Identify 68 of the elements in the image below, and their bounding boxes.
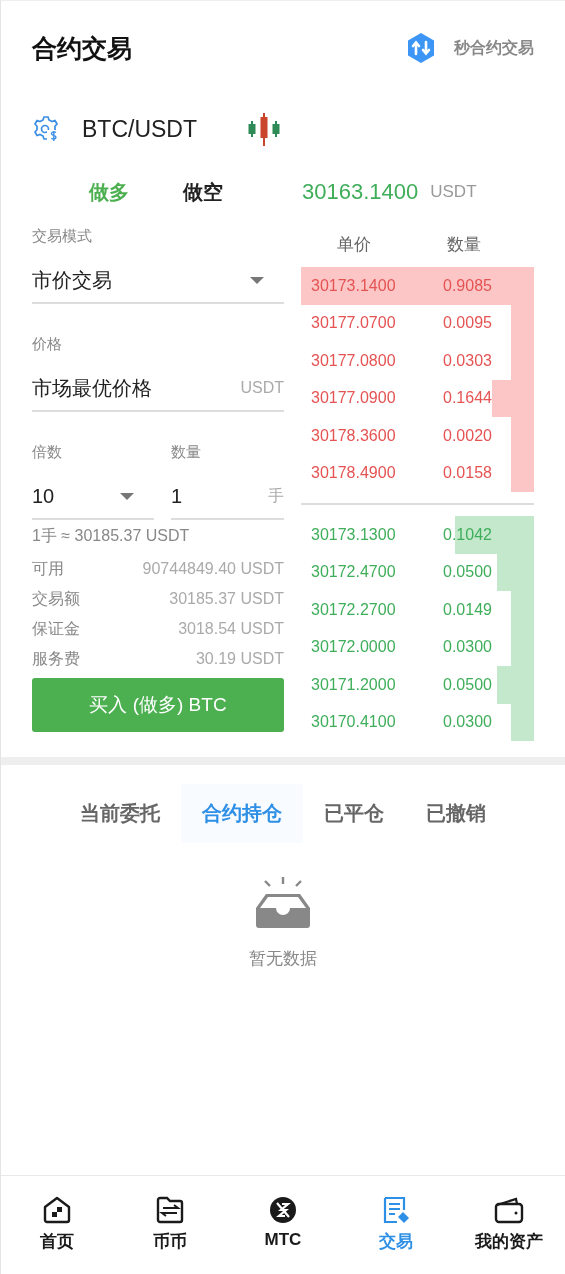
amount-cell: 0.9085 [443,276,492,295]
amount-cell: 0.1644 [443,389,492,408]
depth-bar [510,454,534,492]
switch-link[interactable]: 秒合约交易 [405,32,534,64]
price-cell-text: 30170.4100 [310,713,397,732]
amount-cell: 0.0300 [443,713,492,732]
amount-cell: 0.0095 [443,314,492,333]
column-header: 数量 [447,233,481,256]
amount-cell: 0.0500 [443,675,492,694]
order-tab[interactable]: 已平仓 [303,784,405,843]
trade-mode-select[interactable]: 市价交易 [32,258,284,304]
amount-cell: 0.0303 [443,351,492,370]
price-cell-text: 30173.1400 [310,276,397,295]
price-cell-text: 30173.1300 [310,525,397,544]
info-value: 3018.54 USDT [178,619,284,639]
field-label: 数量 [171,442,202,462]
nav-item[interactable]: MTC [226,1196,340,1274]
price-cell-text: 30171.2000 [310,675,397,694]
price-cell-text: 30172.2700 [310,600,397,619]
amount-cell: 0.0500 [443,563,492,582]
price-cell-text: 30177.0900 [310,389,397,408]
price-cell-text: 30178.3600 [310,426,397,445]
info-value: 30185.37 USDT [169,589,284,609]
column-header: 单价 [336,233,372,256]
leverage-select[interactable]: 10 [32,474,154,520]
caret-icon [250,276,264,284]
quantity-field[interactable]: 1 手 [171,474,284,520]
side-tab[interactable]: 做空 [183,178,223,206]
info-value: 30.19 USDT [195,649,284,669]
price-field[interactable]: 市场最优价格 USDT [32,366,284,412]
pair-symbol: BTC/USDT [82,115,197,143]
price-unit: USDT [430,182,477,202]
info-value: 90744849.40 USDT [142,559,284,579]
field-label: 倍数 [32,442,63,462]
empty-message: 暂无数据 [249,948,317,970]
amount-cell: 0.1042 [443,525,492,544]
amount-cell: 0.0158 [443,464,492,483]
folder-swap-icon [156,1196,185,1224]
info-label: 服务费 [32,649,80,669]
order-tab[interactable]: 已撤销 [405,784,507,843]
amount-cell: 0.0149 [443,600,492,619]
price-cell-text: 30177.0700 [310,314,397,333]
home-icon [43,1196,72,1224]
nav-item[interactable]: 首页 [1,1196,114,1274]
order-tab[interactable]: 当前委托 [59,784,181,843]
document-icon [381,1196,410,1224]
coin-settings-icon[interactable] [32,115,60,143]
info-label: 交易额 [32,589,80,609]
caret-icon [120,492,134,500]
amount-cell: 0.0020 [443,426,492,445]
last-price: 30163.1400 [302,179,419,205]
info-label: 可用 [32,559,64,579]
price-cell-text: 30177.0800 [310,351,397,370]
price-cell-text: 30178.4900 [310,464,397,483]
amount-cell: 0.0300 [443,638,492,657]
nav-item[interactable]: 币币 [113,1196,227,1274]
wallet-icon [493,1196,524,1224]
field-label: 交易模式 [32,226,93,246]
swap-icon [405,32,437,64]
page-title: 合约交易 [32,32,132,64]
lot-note: 1手 ≈ 30185.37 USDT [32,526,191,546]
nav-item[interactable]: 我的资产 [452,1196,565,1274]
field-label: 价格 [32,334,63,354]
price-cell-text: 30172.4700 [310,563,397,582]
candlestick-chart-icon[interactable] [247,112,281,146]
info-label: 保证金 [32,619,80,639]
coin-logo-icon [269,1196,297,1224]
price-cell-text: 30172.0000 [310,638,397,657]
